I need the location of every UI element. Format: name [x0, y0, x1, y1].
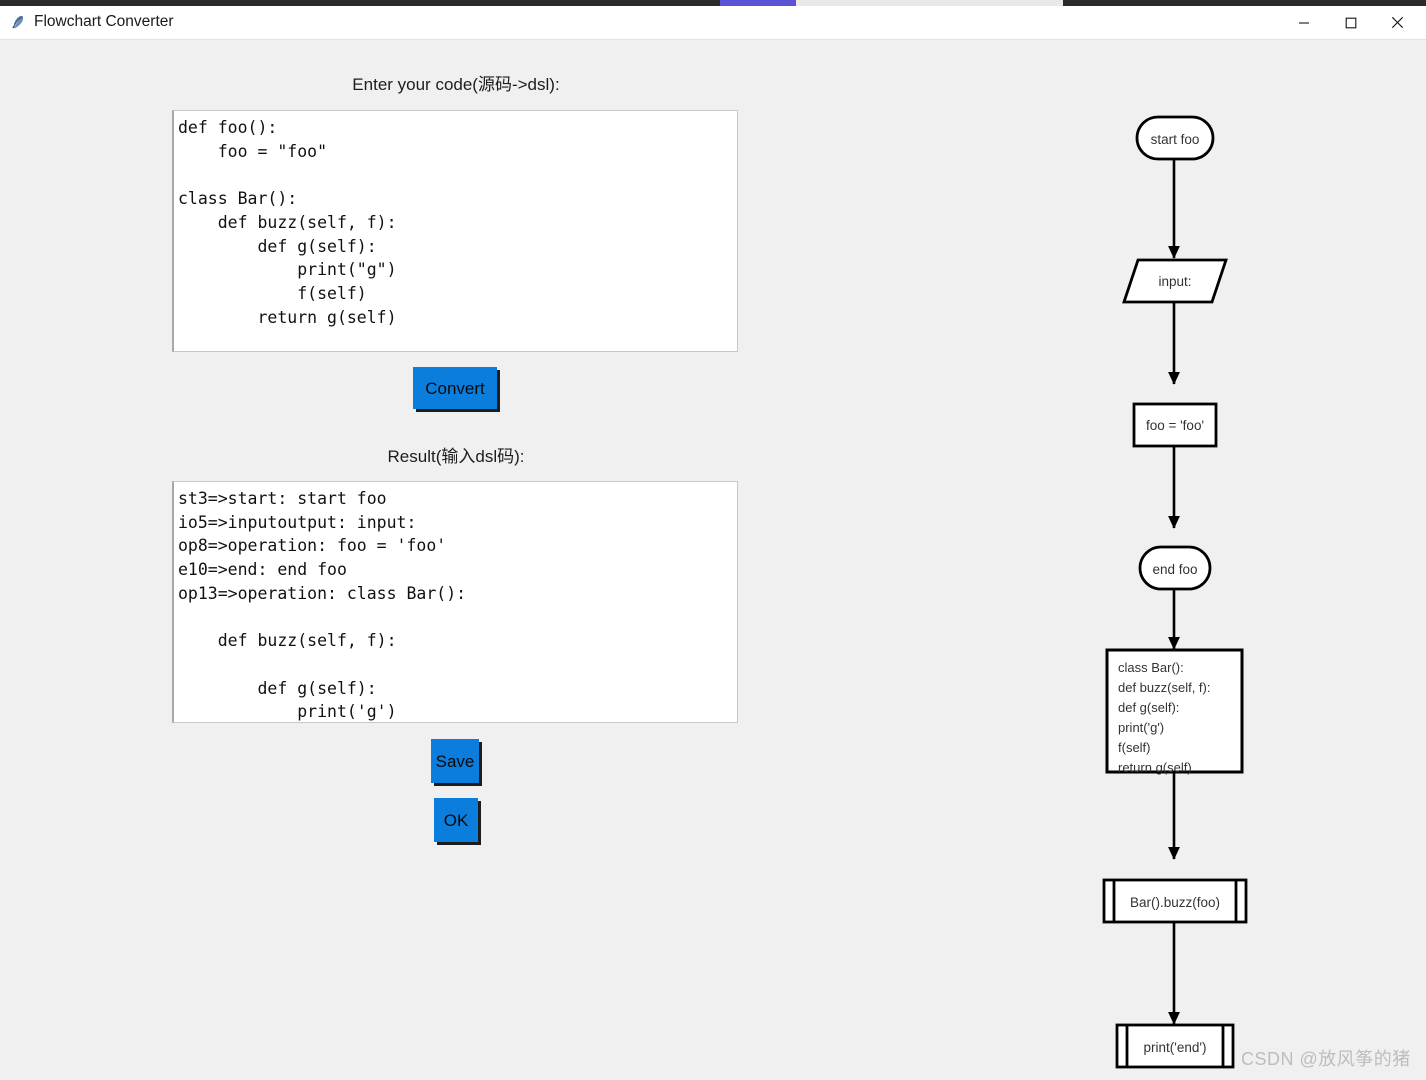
minimize-icon[interactable] — [1280, 6, 1327, 39]
ok-button[interactable]: OK — [434, 798, 478, 842]
flowchart-node-subroutine-print[interactable]: print('end') — [1115, 1023, 1235, 1069]
convert-button[interactable]: Convert — [413, 367, 497, 409]
flowchart-node-label: def g(self): — [1118, 700, 1179, 715]
window-titlebar: Flowchart Converter — [0, 6, 1426, 40]
flowchart-node-inputoutput[interactable]: input: — [1122, 258, 1228, 304]
save-button[interactable]: Save — [431, 739, 479, 783]
flowchart-node-terminal-end[interactable]: end foo — [1138, 545, 1212, 591]
result-output-textarea[interactable]: st3=>start: start foo io5=>inputoutput: … — [172, 481, 738, 723]
flowchart-node-label: start foo — [1151, 132, 1200, 147]
csdn-watermark: CSDN @放风筝的猪 — [1241, 1049, 1411, 1069]
code-input-textarea[interactable]: def foo(): foo = "foo" class Bar(): def … — [172, 110, 738, 352]
flowchart-node-terminal-start[interactable]: start foo — [1135, 115, 1215, 161]
flowchart-node-subroutine-buzz[interactable]: Bar().buzz(foo) — [1102, 878, 1248, 924]
close-icon[interactable] — [1374, 6, 1421, 39]
flowchart-node-label: Bar().buzz(foo) — [1130, 895, 1220, 910]
maximize-icon[interactable] — [1327, 6, 1374, 39]
flowchart-node-label: print('g') — [1118, 720, 1164, 735]
feather-icon — [9, 14, 27, 32]
window-title: Flowchart Converter — [34, 13, 174, 30]
result-output-label: Result(输入dsl码): — [387, 447, 525, 466]
flowchart-node-operation-assign[interactable]: foo = 'foo' — [1132, 402, 1218, 448]
flowchart-node-label: end foo — [1152, 562, 1197, 577]
flowchart-node-label: input: — [1158, 274, 1191, 289]
code-input-label: Enter your code(源码->dsl): — [352, 75, 560, 94]
flowchart-node-label: f(self) — [1118, 740, 1151, 755]
flowchart-canvas: start foo input: foo = 'foo' end foo cla… — [1060, 39, 1426, 1080]
flowchart-node-label: return g(self) — [1118, 760, 1192, 775]
flowchart-node-operation-class[interactable]: class Bar(): def buzz(self, f): def g(se… — [1105, 648, 1244, 775]
flowchart-node-label: class Bar(): — [1118, 660, 1184, 675]
flowchart-node-label: def buzz(self, f): — [1118, 680, 1210, 695]
flowchart-node-label: print('end') — [1144, 1040, 1207, 1055]
flowchart-node-label: foo = 'foo' — [1146, 418, 1204, 433]
